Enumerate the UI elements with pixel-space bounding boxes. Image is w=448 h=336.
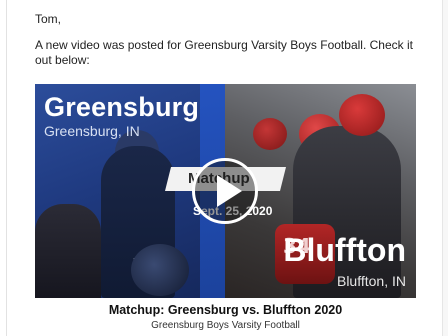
home-team-location: Greensburg, IN bbox=[44, 123, 140, 139]
away-team-name: Bluffton bbox=[283, 232, 406, 268]
email-message: A new video was posted for Greensburg Va… bbox=[35, 38, 413, 67]
email-greeting: Tom, bbox=[35, 12, 62, 26]
away-player-helmet bbox=[253, 118, 287, 150]
video-thumbnail[interactable]: 21 34 Greensburg Greensburg, IN Matchup … bbox=[35, 84, 416, 298]
video-subtitle: Greensburg Boys Varsity Football bbox=[151, 320, 300, 331]
fan-silhouette bbox=[35, 204, 101, 298]
play-button[interactable] bbox=[192, 158, 258, 224]
away-player-helmet bbox=[339, 94, 385, 136]
play-icon bbox=[217, 175, 242, 207]
away-team-location: Bluffton, IN bbox=[336, 273, 406, 289]
home-team-name: Greensburg bbox=[44, 92, 200, 122]
left-edge bbox=[0, 0, 7, 336]
email-view: Tom, A new video was posted for Greensbu… bbox=[0, 0, 448, 336]
held-helmet bbox=[131, 244, 189, 296]
scrollbar[interactable] bbox=[442, 0, 448, 336]
video-title[interactable]: Matchup: Greensburg vs. Bluffton 2020 bbox=[35, 303, 416, 317]
